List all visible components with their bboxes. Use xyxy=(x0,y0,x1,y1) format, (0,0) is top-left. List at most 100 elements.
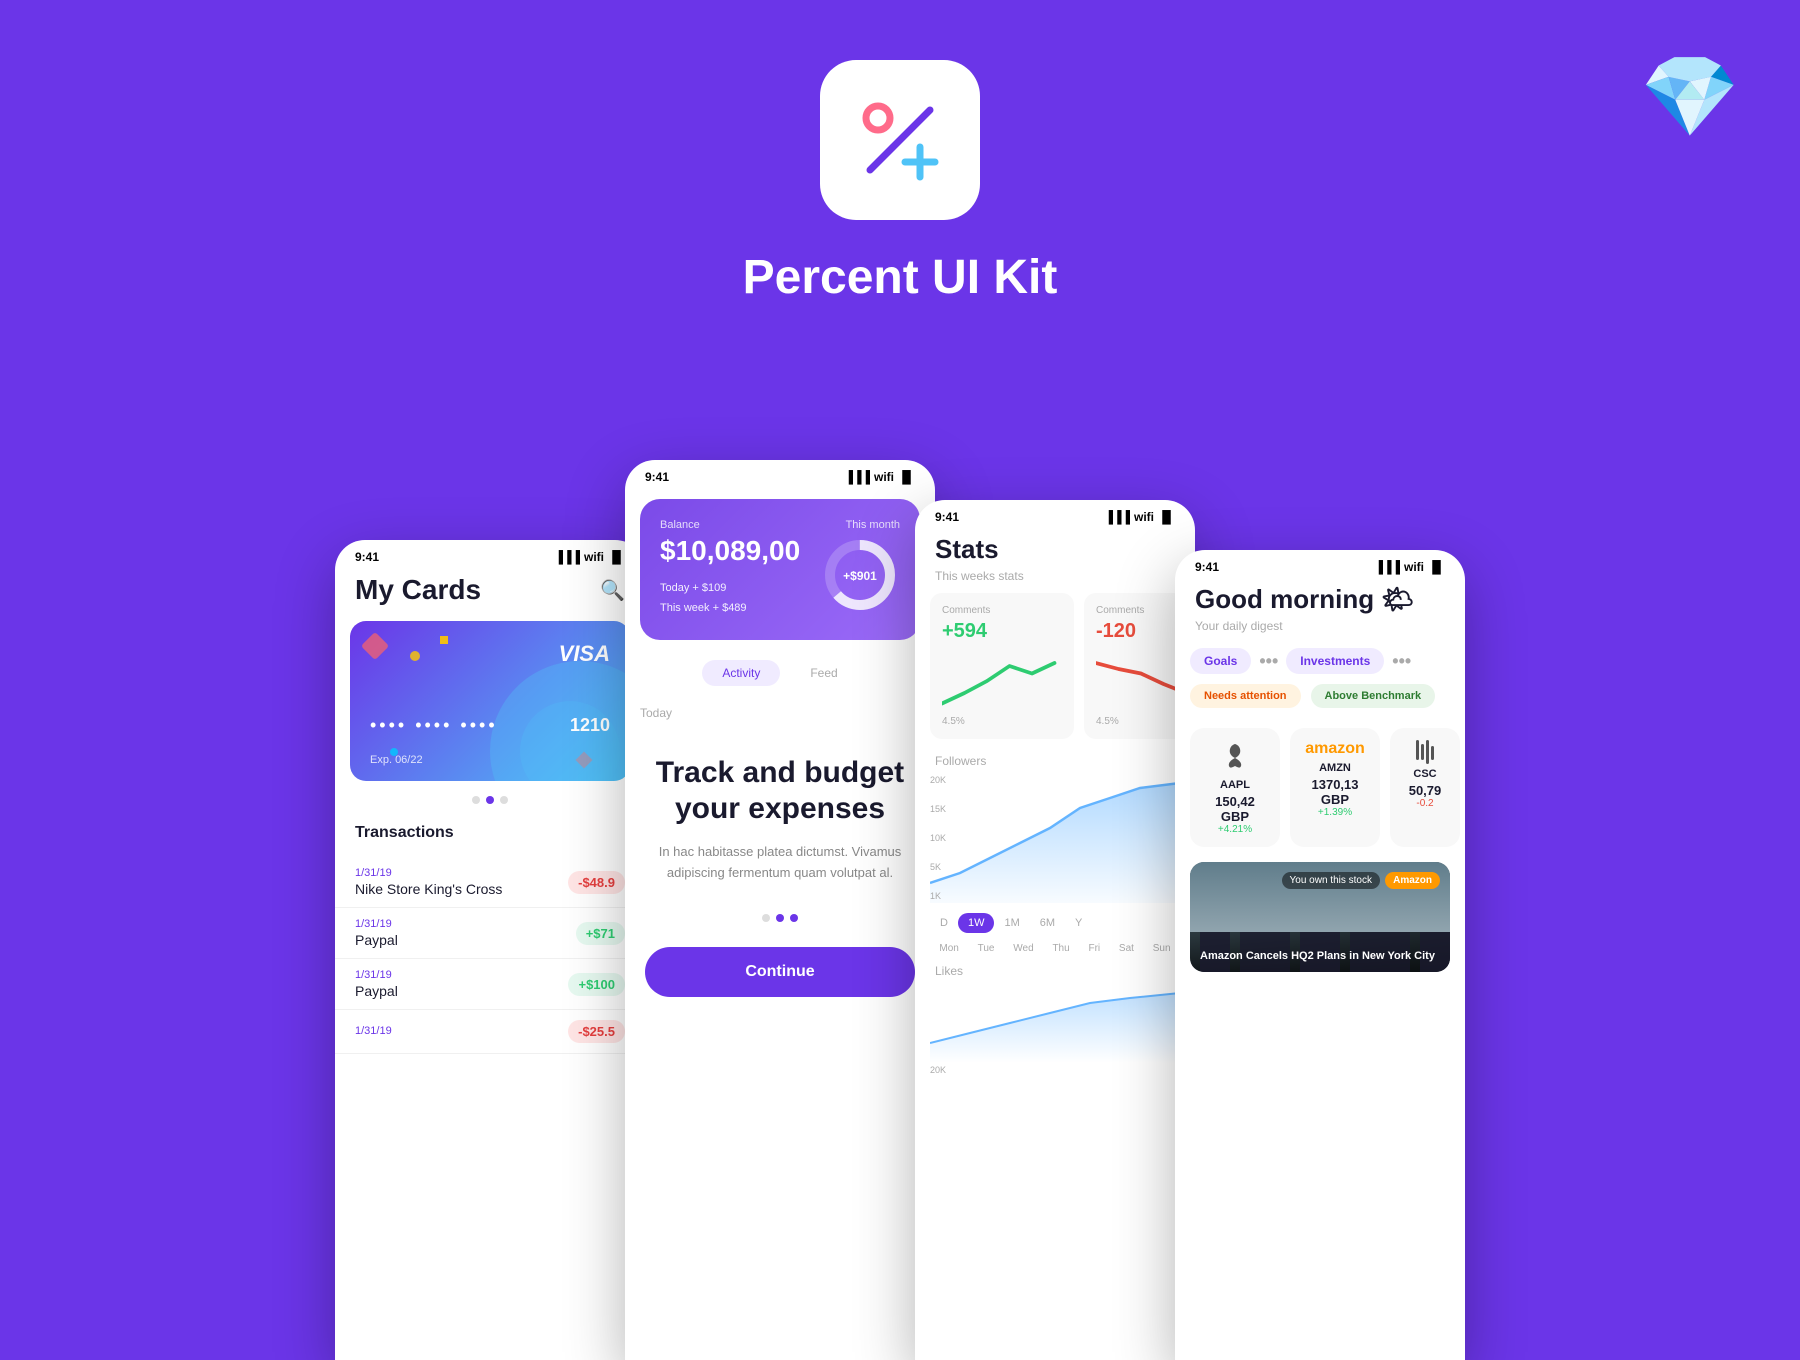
followers-area-chart xyxy=(930,773,1180,903)
csc-change: -0.2 xyxy=(1402,798,1448,809)
time-tab-y[interactable]: Y xyxy=(1065,913,1092,933)
goals-more-icon[interactable]: ••• xyxy=(1259,651,1278,672)
aapl-ticker: AAPL xyxy=(1202,779,1268,791)
goals-badge: Needs attention xyxy=(1190,684,1301,708)
txn-date-3: 1/31/19 xyxy=(355,969,398,981)
good-morning-title: Good morning 🌤 xyxy=(1195,584,1445,615)
stocks-row: AAPL 150,42 GBP +4.21% amazon AMZN 1370,… xyxy=(1175,718,1465,857)
signal-icon-4: ▐▐▐ xyxy=(1374,560,1400,574)
today-section-label: Today xyxy=(625,696,935,725)
balance-sub: Today + $109 This week + $489 xyxy=(660,582,800,614)
transaction-item: 1/31/19 Paypal +$71 xyxy=(335,908,645,959)
news-card[interactable]: You own this stock Amazon Amazon Cancels… xyxy=(1190,862,1450,972)
phone-stats: 9:41 ▐▐▐ wifi ▐▌ Stats This weeks stats … xyxy=(915,500,1195,1360)
transaction-item: 1/31/19 Nike Store King's Cross -$48.9 xyxy=(335,857,645,908)
txn-date-1: 1/31/19 xyxy=(355,867,502,879)
budget-header-card: Balance $10,089,00 Today + $109 This wee… xyxy=(640,499,920,640)
my-cards-title: My Cards xyxy=(355,574,481,606)
followers-chart: 20K 15K 10K 5K 1K xyxy=(930,773,1180,903)
dot-3 xyxy=(500,796,508,804)
visa-card: VISA •••• •••• •••• 1210 Exp. 06/22 xyxy=(350,621,630,781)
stock-aapl[interactable]: AAPL 150,42 GBP +4.21% xyxy=(1190,728,1280,847)
indicator-dot-1 xyxy=(762,914,770,922)
stats-grid: Comments +594 4.5% Comments -120 4.5% xyxy=(915,593,1195,749)
sketch-icon: 💎 xyxy=(1640,50,1740,144)
time-2: 9:41 xyxy=(645,470,669,484)
battery-icon: ▐▌ xyxy=(608,550,625,564)
status-bar-3: 9:41 ▐▐▐ wifi ▐▌ xyxy=(915,500,1195,529)
mini-chart-1 xyxy=(942,651,1062,711)
aapl-price: 150,42 GBP xyxy=(1202,794,1268,824)
signal-icon-2: ▐▐▐ xyxy=(844,470,870,484)
stat-label-1: Comments xyxy=(942,605,1062,616)
status-bar-4: 9:41 ▐▐▐ wifi ▐▌ xyxy=(1175,550,1465,579)
stats-subtitle: This weeks stats xyxy=(935,569,1175,583)
battery-icon-2: ▐▌ xyxy=(898,470,915,484)
time-tab-1m[interactable]: 1M xyxy=(994,913,1029,933)
txn-amount-1: -$48.9 xyxy=(568,871,625,894)
tab-activity[interactable]: Activity xyxy=(702,660,780,686)
stat-pct-1: 4.5% xyxy=(942,716,1062,727)
news-title: Amazon Cancels HQ2 Plans in New York Cit… xyxy=(1200,950,1440,962)
status-bar-1: 9:41 ▐▐▐ wifi ▐▌ xyxy=(335,540,645,569)
likes-label: Likes xyxy=(915,959,1195,983)
time-tab-d[interactable]: D xyxy=(930,913,958,933)
investments-more-icon[interactable]: ••• xyxy=(1392,651,1411,672)
donut-chart: +$901 xyxy=(820,535,900,615)
time-tab-6m[interactable]: 6M xyxy=(1030,913,1065,933)
txn-date-2: 1/31/19 xyxy=(355,918,398,930)
stat-card-comments-pos: Comments +594 4.5% xyxy=(930,593,1074,739)
stock-csc[interactable]: CSC 50,79 -0.2 xyxy=(1390,728,1460,847)
transaction-item: 1/31/19 Paypal +$100 xyxy=(335,959,645,1010)
time-1: 9:41 xyxy=(355,550,379,564)
own-stock-badge: You own this stock xyxy=(1282,872,1380,889)
status-icons-3: ▐▐▐ wifi ▐▌ xyxy=(1104,510,1175,524)
tab-investments[interactable]: Investments xyxy=(1286,648,1384,674)
battery-icon-3: ▐▌ xyxy=(1158,510,1175,524)
week-amount: This week + $489 xyxy=(660,602,800,614)
transactions-title: Transactions xyxy=(335,824,645,857)
card-last-four: 1210 xyxy=(570,715,610,736)
wifi-icon-3: wifi xyxy=(1134,510,1154,524)
balance-amount: $10,089,00 xyxy=(660,535,800,567)
dot-2 xyxy=(486,796,494,804)
time-tab-1w[interactable]: 1W xyxy=(958,913,995,933)
txn-amount-4: -$25.5 xyxy=(568,1020,625,1043)
app-icon xyxy=(820,60,980,220)
txn-name-3: Paypal xyxy=(355,983,398,999)
hero-description: In hac habitasse platea dictumst. Vivamu… xyxy=(645,842,915,884)
tab-goals[interactable]: Goals xyxy=(1190,648,1251,674)
svg-text:+$901: +$901 xyxy=(843,569,877,583)
budget-tabs: Activity Feed xyxy=(625,650,935,696)
aapl-logo xyxy=(1202,740,1268,775)
hero-text-block: Track and budget your expenses In hac ha… xyxy=(625,725,935,899)
invest-badge: Above Benchmark xyxy=(1311,684,1436,708)
txn-amount-3: +$100 xyxy=(568,973,625,996)
aapl-change: +4.21% xyxy=(1202,824,1268,835)
status-bar-2: 9:41 ▐▐▐ wifi ▐▌ xyxy=(625,460,935,489)
search-icon[interactable]: 🔍 xyxy=(600,578,625,603)
badges-row: Needs attention Above Benchmark xyxy=(1175,679,1465,718)
stock-amzn[interactable]: amazon AMZN 1370,13 GBP +1.39% xyxy=(1290,728,1380,847)
card-expiry: Exp. 06/22 xyxy=(370,754,423,766)
hero-title: Percent UI Kit xyxy=(743,250,1058,305)
csc-logo xyxy=(1402,740,1448,764)
status-icons-1: ▐▐▐ wifi ▐▌ xyxy=(554,550,625,564)
stat-value-1: +594 xyxy=(942,620,1062,643)
txn-amount-2: +$71 xyxy=(576,922,625,945)
status-icons-4: ▐▐▐ wifi ▐▌ xyxy=(1374,560,1445,574)
signal-icon-3: ▐▐▐ xyxy=(1104,510,1130,524)
wifi-icon-4: wifi xyxy=(1404,560,1424,574)
good-morning-header: Good morning 🌤 Your daily digest xyxy=(1175,579,1465,643)
tab-feed[interactable]: Feed xyxy=(790,660,857,686)
continue-button[interactable]: Continue xyxy=(645,947,915,997)
card-page-indicator xyxy=(335,796,645,804)
page-indicators xyxy=(625,899,935,937)
time-3: 9:41 xyxy=(935,510,959,524)
txn-name-1: Nike Store King's Cross xyxy=(355,881,502,897)
followers-label: Followers xyxy=(915,749,1195,773)
this-month-label: This month xyxy=(820,519,900,531)
my-cards-header: My Cards 🔍 xyxy=(335,569,645,621)
signal-icon: ▐▐▐ xyxy=(554,550,580,564)
amzn-logo: amazon xyxy=(1302,740,1368,758)
